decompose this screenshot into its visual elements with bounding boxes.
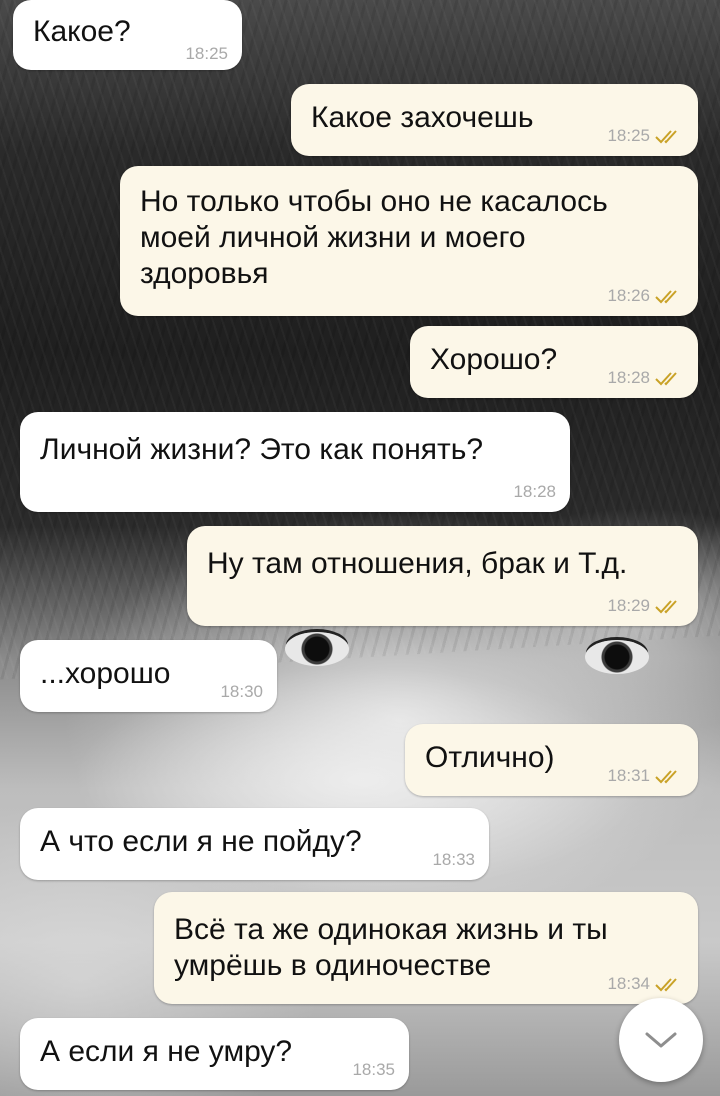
message-text: Но только чтобы оно не касалось моей лич…: [140, 185, 608, 290]
double-check-icon: [655, 770, 677, 784]
message-text: Какое захочешь: [311, 101, 534, 134]
message-time: 18:28: [513, 482, 556, 501]
message-meta: 18:26: [607, 286, 684, 306]
message-text: Хорошо?: [430, 343, 558, 376]
incoming-message[interactable]: А если я не умру? 18:35: [20, 1018, 409, 1090]
outgoing-message[interactable]: Но только чтобы оно не касалось моей лич…: [120, 166, 698, 316]
message-time: 18:28: [607, 368, 650, 387]
message-time: 18:29: [607, 596, 650, 615]
outgoing-message[interactable]: Какое захочешь 18:25: [291, 84, 698, 156]
message-meta: 18:35: [352, 1060, 395, 1080]
incoming-message[interactable]: Какое? 18:25: [13, 0, 242, 70]
incoming-message[interactable]: ...хорошо 18:30: [20, 640, 277, 712]
message-meta: 18:28: [513, 482, 556, 502]
message-text: А если я не умру?: [40, 1035, 293, 1068]
message-time: 18:25: [185, 44, 228, 63]
incoming-message[interactable]: Личной жизни? Это как понять? 18:28: [20, 412, 570, 512]
message-meta: 18:30: [220, 682, 263, 702]
scroll-to-bottom-button[interactable]: [619, 998, 703, 1082]
message-time: 18:25: [607, 126, 650, 145]
message-meta: 18:33: [432, 850, 475, 870]
message-text: А что если я не пойду?: [40, 825, 362, 858]
photo-detail: [285, 632, 349, 666]
outgoing-message[interactable]: Всё та же одинокая жизнь и ты умрёшь в о…: [154, 892, 698, 1004]
chevron-down-icon: [645, 1032, 677, 1048]
outgoing-message[interactable]: Отлично) 18:31: [405, 724, 698, 796]
message-meta: 18:28: [607, 368, 684, 388]
message-meta: 18:31: [607, 766, 684, 786]
message-text: Личной жизни? Это как понять?: [40, 433, 484, 466]
message-text: Ну там отношения, брак и Т.д.: [207, 547, 628, 580]
message-meta: 18:25: [607, 126, 684, 146]
message-time: 18:33: [432, 850, 475, 869]
message-text: Какое?: [33, 15, 131, 48]
outgoing-message[interactable]: Хорошо? 18:28: [410, 326, 698, 398]
message-time: 18:30: [220, 682, 263, 701]
double-check-icon: [655, 130, 677, 144]
outgoing-message[interactable]: Ну там отношения, брак и Т.д. 18:29: [187, 526, 698, 626]
message-time: 18:35: [352, 1060, 395, 1079]
double-check-icon: [655, 600, 677, 614]
message-meta: 18:29: [607, 596, 684, 616]
incoming-message[interactable]: А что если я не пойду? 18:33: [20, 808, 489, 880]
message-text: Всё та же одинокая жизнь и ты умрёшь в о…: [174, 913, 608, 982]
message-text: ...хорошо: [40, 657, 171, 690]
message-time: 18:31: [607, 766, 650, 785]
message-time: 18:26: [607, 286, 650, 305]
photo-detail: [585, 640, 649, 674]
message-time: 18:34: [607, 974, 650, 993]
message-meta: 18:25: [185, 44, 228, 64]
double-check-icon: [655, 978, 677, 992]
message-text: Отлично): [425, 741, 555, 774]
double-check-icon: [655, 290, 677, 304]
message-meta: 18:34: [607, 974, 684, 994]
double-check-icon: [655, 372, 677, 386]
